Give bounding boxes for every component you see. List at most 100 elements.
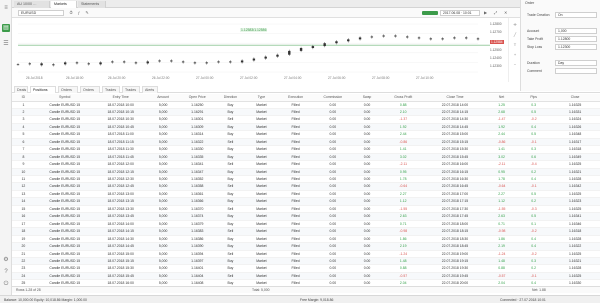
column-header[interactable]: Pips	[517, 94, 551, 102]
window-tab-1[interactable]: Markets	[51, 1, 77, 8]
indicator-icon[interactable]: ƒ	[76, 10, 82, 16]
table-row[interactable]: 2 Candle EURUSD 15 18.07.2018 10:15 5,000 1.…	[12, 108, 600, 117]
trade-creation-field[interactable]: On	[555, 12, 597, 18]
crosshair-icon[interactable]: ✛	[512, 22, 518, 28]
table-cell: Candle EURUSD 15	[34, 250, 95, 259]
column-header[interactable]: Symbol	[34, 94, 95, 102]
fullscreen-icon[interactable]: ⤢	[494, 10, 500, 16]
table-row[interactable]: 13 Candle EURUSD 15 18.07.2018 13:00 5,000 1…	[12, 190, 600, 199]
comment-field[interactable]	[555, 68, 597, 74]
tab-trades-2[interactable]: Trades	[122, 86, 140, 93]
table-cell: 5	[12, 130, 35, 139]
table-cell: 18.07.2018 10:45	[94, 123, 147, 132]
column-header[interactable]: Close Time	[423, 94, 487, 102]
table-cell: Sell	[214, 227, 246, 236]
table-cell: 0.00	[314, 123, 352, 132]
zoom-in-icon[interactable]: +	[512, 52, 518, 58]
table-row[interactable]: 20 Candle EURUSD 15 18.07.2018 14:45 5,000 1…	[12, 242, 600, 251]
table-cell: 22.07.2018 16:45	[423, 182, 487, 191]
column-header[interactable]: Gross Profit	[382, 94, 424, 102]
table-row[interactable]: 14 Candle EURUSD 15 18.07.2018 13:15 5,000 1…	[12, 197, 600, 206]
table-cell: -1.47	[486, 115, 518, 124]
table-row[interactable]: 23 Candle EURUSD 15 18.07.2018 15:30 5,000 1…	[12, 264, 600, 273]
table-cell: 24	[12, 272, 35, 281]
column-header[interactable]: Type	[245, 94, 277, 102]
x-tick: 27 Jul 06:00	[328, 76, 346, 80]
table-row[interactable]: 7 Candle EURUSD 15 18.07.2018 11:30 5,000 1.…	[12, 145, 600, 154]
table-row[interactable]: 5 Candle EURUSD 15 18.07.2018 11:00 5,000 1.…	[12, 130, 600, 139]
column-header[interactable]: Net	[486, 94, 518, 102]
table-cell: 0.00	[314, 220, 352, 229]
column-header[interactable]: Entry Time	[94, 94, 147, 102]
tab-deals[interactable]: Deals	[14, 86, 28, 93]
table-row[interactable]: 4 Candle EURUSD 15 18.07.2018 10:45 5,000 1.…	[12, 123, 600, 132]
symbol-select[interactable]: EURUSD	[18, 10, 64, 16]
table-cell: 0.00	[351, 145, 383, 154]
timeframe-icon[interactable]: ⏱	[68, 10, 74, 16]
stop-loss-field[interactable]: 1.12300	[555, 44, 597, 50]
table-row[interactable]: 24 Candle EURUSD 15 18.07.2018 15:45 5,000 1…	[12, 272, 600, 281]
table-row[interactable]: 15 Candle EURUSD 15 18.07.2018 13:30 5,000 1…	[12, 205, 600, 214]
table-cell: Buy	[214, 190, 246, 199]
settings-icon[interactable]: ⚙	[2, 256, 10, 264]
table-row[interactable]: 3 Candle EURUSD 15 18.07.2018 10:30 5,000 1.…	[12, 115, 600, 124]
table-cell: 0.00	[314, 272, 352, 281]
table-cell: Candle EURUSD 15	[34, 235, 95, 244]
bid-ask-label: 1.12583/1.12586	[240, 28, 268, 32]
table-cell: 0.5	[517, 108, 551, 117]
help-icon[interactable]: ?	[2, 268, 10, 276]
watchlist-icon[interactable]: ☰	[2, 40, 10, 48]
column-header[interactable]: Commission	[314, 94, 352, 102]
tab-positions[interactable]: Positions	[30, 86, 56, 93]
play-icon[interactable]: ▶	[484, 10, 490, 16]
table-cell: 0.5	[517, 212, 551, 221]
date-range-field[interactable]: 2017.06.08 · 10:01	[440, 10, 480, 16]
price-chart[interactable]: 1.12583/1.12586 1.12800 1.12700 1.12584 …	[12, 18, 520, 82]
draw-icon[interactable]: ✎	[84, 10, 90, 16]
table-row[interactable]: 6 Candle EURUSD 15 18.07.2018 11:15 5,000 1.…	[12, 138, 600, 147]
column-header[interactable]: Direction	[214, 94, 246, 102]
table-row[interactable]: 12 Candle EURUSD 15 18.07.2018 12:45 5,000 1…	[12, 182, 600, 191]
column-header[interactable]: ID	[12, 94, 35, 102]
column-header[interactable]: Open Price	[179, 94, 215, 102]
duration-field[interactable]: Day	[555, 60, 597, 66]
window-tab-0[interactable]: AU 10/00 …	[14, 1, 50, 8]
net-total: Net: 1.88	[532, 288, 546, 292]
column-header[interactable]: Close	[550, 94, 600, 102]
table-row[interactable]: 21 Candle EURUSD 15 18.07.2018 15:00 5,000 1…	[12, 250, 600, 259]
logout-icon[interactable]: ⏻	[2, 280, 10, 288]
amount-field[interactable]: 1,000	[555, 28, 597, 34]
table-cell: 0.3	[517, 257, 551, 266]
x-tick: 27 Jul 02:00	[240, 76, 258, 80]
zoom-out-icon[interactable]: −	[512, 62, 518, 68]
table-row[interactable]: 17 Candle EURUSD 15 18.07.2018 14:00 5,000 1…	[12, 220, 600, 229]
window-tab-2[interactable]: Statements	[78, 1, 106, 8]
tab-trades[interactable]: Trades	[102, 86, 120, 93]
table-cell: Candle EURUSD 15	[34, 242, 95, 251]
table-row[interactable]: 9 Candle EURUSD 15 18.07.2018 12:00 5,000 1.…	[12, 160, 600, 169]
trendline-icon[interactable]: ╱	[512, 32, 518, 38]
tab-orders-2[interactable]: Orders	[80, 86, 100, 93]
table-row[interactable]: 11 Candle EURUSD 15 18.07.2018 12:30 5,000 1…	[12, 175, 600, 184]
table-row[interactable]: 18 Candle EURUSD 15 18.07.2018 14:15 5,000 1…	[12, 227, 600, 236]
table-row[interactable]: 19 Candle EURUSD 15 18.07.2018 14:30 5,000 1…	[12, 235, 600, 244]
table-cell: 0.00	[351, 160, 383, 169]
tab-orders[interactable]: Orders	[58, 86, 78, 93]
menu-icon[interactable]: ≡	[2, 4, 10, 12]
table-cell: 8	[12, 153, 35, 162]
close-chart-icon[interactable]: ✕	[504, 10, 510, 16]
text-icon[interactable]: T	[512, 42, 518, 48]
column-header[interactable]: Amount	[146, 94, 180, 102]
column-header[interactable]: Swap	[351, 94, 383, 102]
take-profit-field[interactable]: 1.12800	[555, 36, 597, 42]
column-header[interactable]: Execution	[276, 94, 315, 102]
table-row[interactable]: 22 Candle EURUSD 15 18.07.2018 15:15 5,000 1…	[12, 257, 600, 266]
table-row[interactable]: 16 Candle EURUSD 15 18.07.2018 13:45 5,000 1…	[12, 212, 600, 221]
table-row[interactable]: 10 Candle EURUSD 15 18.07.2018 12:15 5,000 1…	[12, 168, 600, 177]
chart-icon[interactable]: ▤	[2, 24, 10, 32]
tab-alerts[interactable]: Alerts	[142, 86, 158, 93]
table-cell: 1.16325	[550, 190, 600, 199]
order-panel-title: Order	[525, 1, 535, 5]
table-row[interactable]: 1 Candle EURUSD 15 18.07.2018 10:00 5,000 1.…	[12, 101, 600, 109]
table-row[interactable]: 8 Candle EURUSD 15 18.07.2018 11:45 5,000 1.…	[12, 153, 600, 162]
